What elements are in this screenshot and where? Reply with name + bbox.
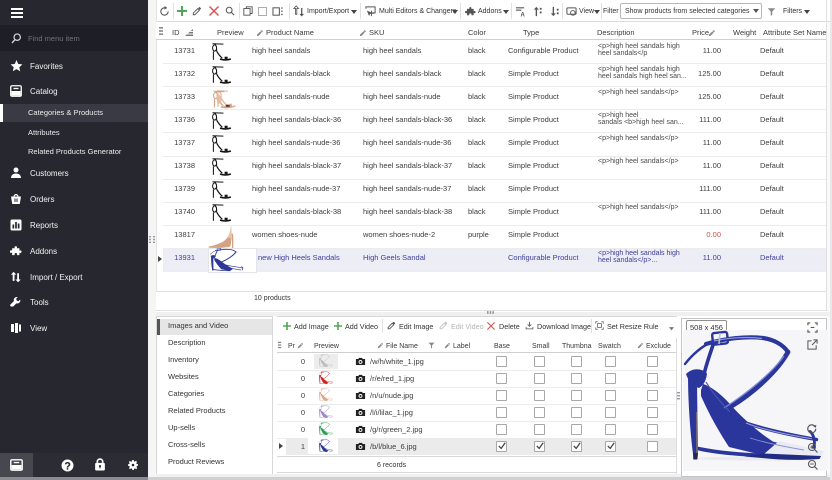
svg-text:A: A: [521, 13, 526, 19]
